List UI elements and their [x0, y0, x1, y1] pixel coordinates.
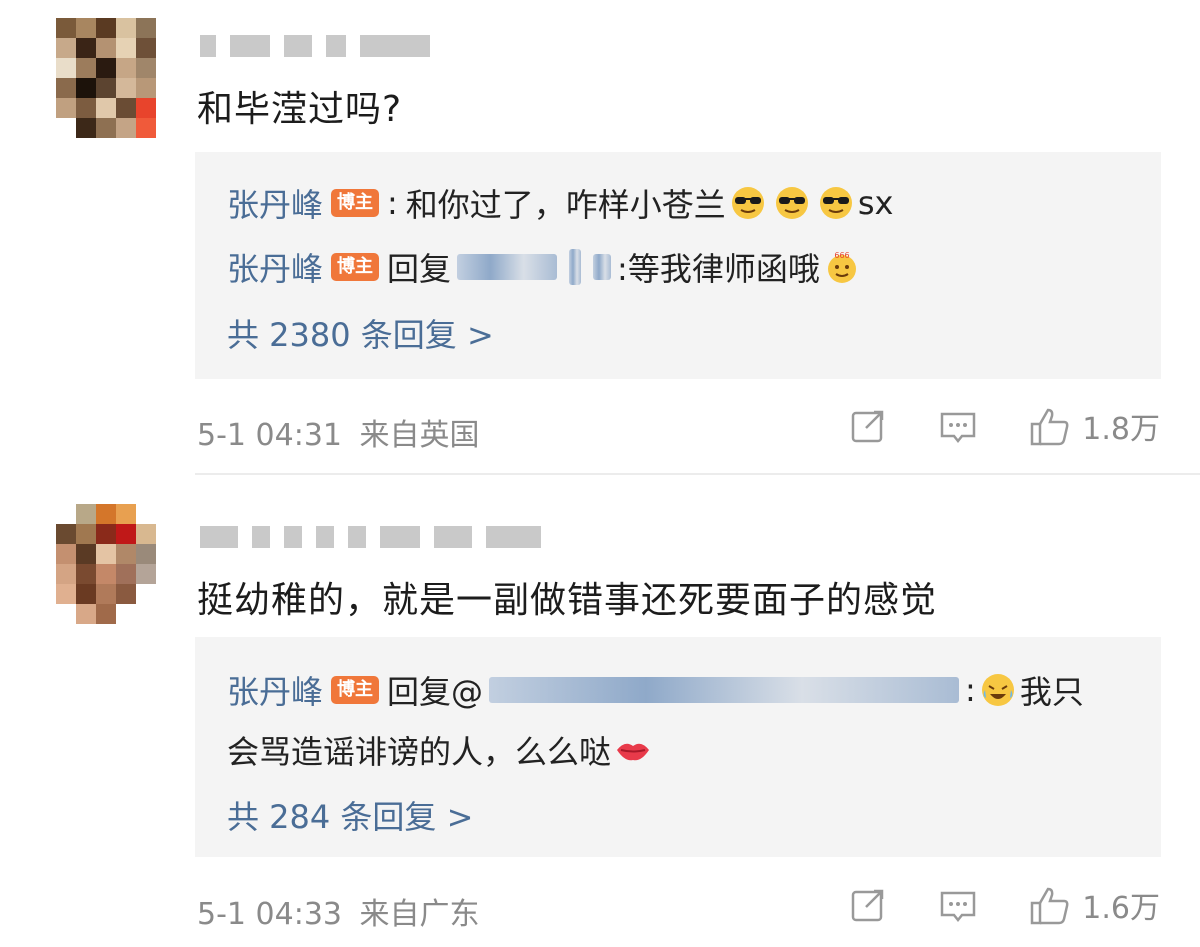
- like-button[interactable]: 1.6万: [1028, 883, 1160, 927]
- comment-meta: 5-1 04:33 来自广东: [197, 889, 480, 933]
- svg-text:666: 666: [834, 251, 849, 260]
- comment-item: 挺幼稚的，就是一副做错事还死要面子的感觉 张丹峰 博主 回复@ : 我只 会骂造…: [0, 477, 1200, 947]
- reply-item: 张丹峰 博主 回复 :等我律师函哦 666: [227, 244, 864, 290]
- blurred-username[interactable]: [489, 677, 960, 703]
- sunglasses-emoji: [775, 187, 808, 219]
- thumbs-up-icon: [1031, 887, 1069, 925]
- share-button[interactable]: [848, 885, 888, 925]
- view-more-replies-link[interactable]: 共 2380 条回复 >: [227, 310, 494, 356]
- comment-time: 5-1 04:33: [197, 897, 342, 932]
- sunglasses-emoji: [819, 187, 852, 219]
- comment-button[interactable]: [938, 406, 978, 446]
- reply-text: 会骂造谣诽谤的人，么么哒: [227, 733, 612, 771]
- comment-actions: 1.8万: [848, 404, 1160, 448]
- 666-emoji: 666: [827, 251, 856, 283]
- reply-separator: :: [387, 184, 398, 222]
- blurred-username-fragment: [593, 254, 612, 280]
- thumbs-up-icon: [1031, 408, 1069, 446]
- comment-source: 来自广东: [359, 897, 480, 932]
- reply-suffix: sx: [857, 184, 894, 222]
- like-count: 1.6万: [1082, 891, 1160, 926]
- reply-text: 我只: [1019, 673, 1084, 711]
- author-badge: 博主: [331, 676, 380, 704]
- comment-text: 和毕滢过吗?: [197, 89, 403, 130]
- author-badge: 博主: [331, 189, 380, 217]
- reply-text: 和你过了，咋样小苍兰: [405, 186, 726, 224]
- kiss-lips-emoji: [617, 743, 650, 761]
- share-icon: [852, 889, 884, 922]
- comment-source: 来自英国: [359, 418, 480, 453]
- sunglasses-emoji: [731, 187, 764, 219]
- comment-actions: 1.6万: [848, 883, 1160, 927]
- comment-time: 5-1 04:31: [197, 418, 342, 453]
- comment-button[interactable]: [938, 885, 978, 925]
- author-badge: 博主: [331, 253, 380, 281]
- avatar[interactable]: [56, 18, 156, 148]
- comment-item: 和毕滢过吗? 张丹峰 博主 : 和你过了，咋样小苍兰 sx 张丹峰 博主 回复 …: [0, 0, 1200, 470]
- share-icon: [852, 410, 884, 443]
- laugh-cry-emoji: [981, 674, 1014, 706]
- avatar[interactable]: [56, 504, 156, 630]
- reply-item: 张丹峰 博主 回复@ : 我只: [227, 667, 1084, 713]
- comment-divider: [195, 473, 1200, 475]
- reply-separator: :: [965, 671, 976, 709]
- reply-box[interactable]: 张丹峰 博主 回复@ : 我只 会骂造谣诽谤的人，么么哒 共 284 条回复 >: [195, 637, 1161, 857]
- reply-author[interactable]: 张丹峰: [227, 180, 323, 226]
- reply-prefix: 回复@: [387, 673, 484, 711]
- like-count: 1.8万: [1082, 412, 1160, 447]
- reply-item-continued: 会骂造谣诽谤的人，么么哒: [227, 727, 655, 773]
- blurred-username-fragment: [569, 249, 582, 285]
- username-blurred[interactable]: [200, 32, 430, 60]
- blurred-username[interactable]: [457, 254, 558, 280]
- reply-prefix: 回复: [387, 250, 452, 288]
- reply-text: :等我律师函哦: [617, 250, 820, 288]
- comment-text: 挺幼稚的，就是一副做错事还死要面子的感觉: [197, 580, 938, 621]
- username-blurred[interactable]: [200, 523, 541, 551]
- like-button[interactable]: 1.8万: [1028, 404, 1160, 448]
- reply-item: 张丹峰 博主 : 和你过了，咋样小苍兰 sx: [227, 180, 893, 226]
- share-button[interactable]: [848, 406, 888, 446]
- comment-icon: [941, 891, 976, 923]
- reply-author[interactable]: 张丹峰: [227, 667, 323, 713]
- reply-author[interactable]: 张丹峰: [227, 244, 323, 290]
- view-more-replies-link[interactable]: 共 284 条回复 >: [227, 792, 473, 838]
- reply-box[interactable]: 张丹峰 博主 : 和你过了，咋样小苍兰 sx 张丹峰 博主 回复 :等我律师函哦…: [195, 152, 1161, 379]
- comment-icon: [941, 412, 976, 444]
- comment-meta: 5-1 04:31 来自英国: [197, 410, 480, 454]
